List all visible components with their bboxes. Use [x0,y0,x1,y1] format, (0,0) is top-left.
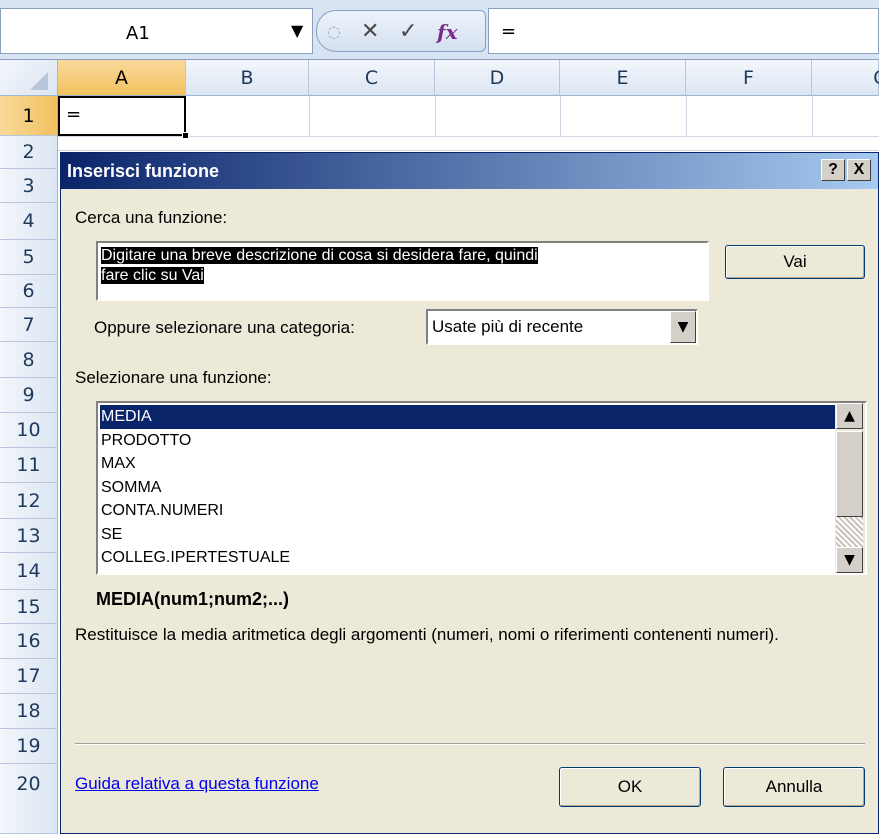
insert-function-icon[interactable]: fx [437,21,458,43]
gridline [686,96,687,136]
list-item[interactable]: PRODOTTO [100,429,836,453]
scroll-thumb[interactable] [836,431,863,517]
category-label: Oppure selezionare una categoria: [94,318,355,337]
row-header-9[interactable]: 9 [0,378,58,413]
row-header-15[interactable]: 15 [0,590,58,624]
function-list[interactable]: MEDIA PRODOTTO MAX SOMMA CONTA.NUMERI SE… [96,401,867,575]
list-item[interactable]: SOMMA [100,476,836,500]
row-header-12[interactable]: 12 [0,483,58,519]
column-header-g[interactable]: G [812,60,879,96]
close-button[interactable]: X [847,159,871,181]
list-item[interactable]: MAX [100,452,836,476]
category-value: Usate più di recente [432,317,584,336]
search-text-line-1: Digitare una breve descrizione di cosa s… [101,247,538,264]
formula-buttons: ◌ ✕ ✓ fx [316,10,486,52]
help-link[interactable]: Guida relativa a questa funzione [75,774,319,794]
scroll-down-icon[interactable]: ▼ [836,547,863,573]
formula-text: = [501,21,517,42]
search-text: Digitare una breve descrizione di cosa s… [101,246,686,286]
row-header-2[interactable]: 2 [0,136,58,169]
row-header-10[interactable]: 10 [0,413,58,448]
column-header-f[interactable]: F [686,60,812,96]
dialog-title: Inserisci funzione [67,161,220,181]
gridline [812,96,813,136]
active-cell-a1[interactable]: = [58,96,189,139]
name-box[interactable]: A1 ▼ [0,8,313,54]
row-header-18[interactable]: 18 [0,694,58,729]
function-list-scrollbar[interactable]: ▲ ▼ [835,403,865,573]
column-header-c[interactable]: C [309,60,435,96]
dialog-title-bar[interactable]: Inserisci funzione ? X [61,153,878,189]
row-header-11[interactable]: 11 [0,448,58,483]
column-header-d[interactable]: D [435,60,560,96]
row-header-3[interactable]: 3 [0,169,58,203]
gridline [309,96,310,136]
column-header-g-label: G [873,67,879,89]
name-box-dropdown-icon[interactable]: ▼ [291,21,303,40]
name-box-value: A1 [126,23,150,44]
row-header-19[interactable]: 19 [0,729,58,764]
row-header-8[interactable]: 8 [0,342,58,378]
check-icon[interactable]: ✓ [399,21,417,43]
list-item[interactable]: COLLEG.IPERTESTUALE [100,546,836,570]
scroll-track[interactable] [836,517,863,547]
row-header-16[interactable]: 16 [0,624,58,659]
go-button[interactable]: Vai [725,245,865,279]
list-item[interactable]: CONTA.NUMERI [100,499,836,523]
cancel-button[interactable]: Annulla [723,767,865,807]
fill-handle[interactable] [182,132,189,139]
row-header-14[interactable]: 14 [0,553,58,590]
row-header-20[interactable]: 20 [0,764,58,834]
chevron-down-icon[interactable]: ▼ [670,311,696,343]
formula-bar: A1 ▼ ◌ ✕ ✓ fx = [0,0,879,60]
list-item[interactable]: MEDIA [100,405,836,429]
cancel-icon[interactable]: ✕ [361,21,379,43]
search-text-line-2: fare clic su Vai [101,267,204,284]
column-header-b[interactable]: B [186,60,309,96]
function-description: Restituisce la media aritmetica degli ar… [75,625,779,644]
column-header-a[interactable]: A [58,60,186,96]
active-cell-value: = [66,104,82,125]
column-header-e[interactable]: E [560,60,686,96]
row-header-7[interactable]: 7 [0,308,58,342]
gridline [435,96,436,136]
category-select[interactable]: Usate più di recente ▼ [426,309,698,345]
row-header-13[interactable]: 13 [0,519,58,553]
search-label: Cerca una funzione: [75,208,228,227]
row-header-4[interactable]: 4 [0,203,58,240]
ok-button[interactable]: OK [559,767,701,807]
select-function-label: Selezionare una funzione: [75,368,272,387]
gridline [560,96,561,136]
help-button[interactable]: ? [821,159,845,181]
list-item[interactable]: SE [100,523,836,547]
insert-function-dialog: Inserisci funzione ? X Cerca una funzion… [60,152,879,834]
formula-input[interactable]: = [488,8,879,54]
function-signature: MEDIA(num1;num2;...) [96,589,289,609]
gridline [58,150,879,151]
row-header-17[interactable]: 17 [0,659,58,694]
row-header-6[interactable]: 6 [0,275,58,308]
row-header-5[interactable]: 5 [0,240,58,275]
grip-icon: ◌ [327,22,341,41]
search-function-input[interactable]: Digitare una breve descrizione di cosa s… [96,241,709,301]
row-header-1[interactable]: 1 [0,96,58,136]
select-all-icon [30,72,48,90]
select-all-corner[interactable] [0,60,58,96]
separator [75,743,865,745]
scroll-up-icon[interactable]: ▲ [836,403,863,429]
